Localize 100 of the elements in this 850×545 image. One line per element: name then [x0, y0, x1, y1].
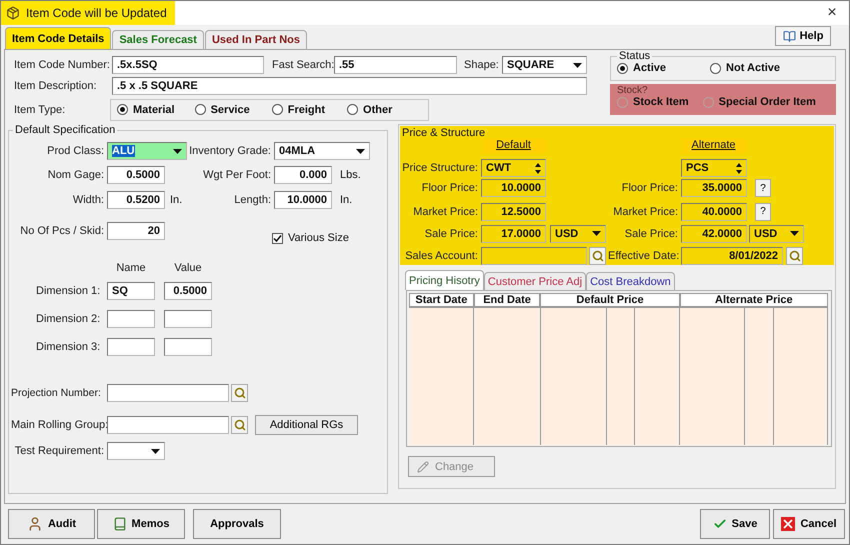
toolbar-button[interactable]: Memos	[97, 509, 185, 540]
column-header: Start Date	[409, 293, 474, 308]
radio-option[interactable]: Material	[117, 104, 175, 116]
cancel-button[interactable]: Cancel	[773, 509, 845, 540]
radio-option[interactable]: Other	[347, 104, 392, 116]
radio-option[interactable]: Stock Item	[617, 96, 689, 108]
prod-class-select[interactable]: ALU	[107, 142, 187, 160]
length-field[interactable]: 10.0000	[274, 191, 332, 209]
dimension-value-field[interactable]	[164, 338, 212, 356]
group-title: Stock?	[617, 85, 649, 96]
shape-select[interactable]: SQUARE	[502, 56, 587, 74]
tab[interactable]: Pricing Hisotry	[405, 270, 484, 290]
tab[interactable]: Used In Part Nos	[204, 30, 307, 49]
price-structure-spinner[interactable]: CWT	[481, 159, 546, 178]
weight-per-foot-field[interactable]: 0.000	[274, 166, 332, 184]
search-button[interactable]	[231, 416, 248, 434]
toolbar-button[interactable]: Audit	[8, 509, 95, 540]
help-button[interactable]: Help	[775, 26, 831, 46]
search-button[interactable]	[231, 384, 248, 402]
caret-icon	[173, 148, 182, 154]
projection-number-field[interactable]	[107, 384, 229, 402]
field-label: Market Price:	[612, 206, 679, 218]
price-field[interactable]: 17.0000	[481, 224, 546, 243]
sales-account-field[interactable]	[481, 246, 587, 265]
field-label: Item Type:	[14, 104, 66, 116]
column-header: End Date	[474, 293, 540, 308]
price-field[interactable]: 35.0000	[681, 179, 747, 198]
field-label: Dimension 1:	[35, 285, 102, 297]
group-title: Status	[618, 50, 652, 62]
group-title: Default Specification	[14, 124, 116, 136]
nom-gage-field[interactable]: 0.5000	[107, 166, 165, 184]
column-header: Alternate	[681, 139, 746, 153]
price-field[interactable]: 10.0000	[481, 179, 546, 198]
dimension-value-field[interactable]	[164, 310, 212, 328]
person-icon	[26, 516, 43, 532]
help-button[interactable]: ?	[755, 179, 771, 198]
caret-icon	[592, 231, 601, 236]
field-label: Floor Price:	[620, 182, 679, 194]
radio-option[interactable]: Service	[194, 104, 250, 116]
checkbox[interactable]	[272, 232, 283, 244]
caret-icon	[356, 148, 365, 154]
tab[interactable]: Item Code Details	[5, 27, 112, 49]
item-description-field[interactable]: .5 x .5 SQUARE	[112, 77, 587, 95]
field-label: Main Rolling Group:	[10, 419, 107, 431]
caret-icon	[573, 62, 582, 68]
field-label: Dimension 2:	[35, 313, 102, 325]
save-button[interactable]: Save	[700, 509, 770, 540]
help-button[interactable]: ?	[755, 202, 771, 220]
price-field[interactable]: 42.0000	[681, 224, 747, 243]
price-structure-spinner[interactable]: PCS	[681, 159, 747, 178]
dimension-value-field[interactable]: 0.5000	[164, 282, 212, 300]
item-code-field[interactable]: .5x.5SQ	[112, 56, 264, 74]
column-header: Alternate Price	[680, 293, 828, 308]
field-label: Test Requirement:	[14, 445, 105, 457]
field-label: Nom Gage:	[46, 169, 105, 181]
radio-option[interactable]: Special Order Item	[702, 96, 816, 108]
dimension-name-field[interactable]	[107, 338, 155, 356]
caret-icon	[790, 231, 799, 236]
window-title: Item Code will be Updated	[1, 1, 175, 25]
effective-date-field[interactable]: 8/01/2022	[681, 246, 783, 265]
field-label: Floor Price:	[420, 182, 479, 194]
spinner-arrows-icon	[535, 162, 541, 174]
column-header: Value	[173, 262, 203, 274]
currency-select[interactable]: USD	[550, 224, 606, 243]
field-label: Inventory Grade:	[188, 145, 272, 157]
field-label: Shape:	[464, 59, 500, 71]
field-label: Length:	[233, 194, 272, 206]
dimension-name-field[interactable]: SQ	[107, 282, 155, 300]
pieces-per-skid-field[interactable]: 20	[107, 222, 165, 240]
column-header: Default	[481, 139, 546, 153]
toolbar-button[interactable]: Approvals	[193, 509, 281, 540]
box-icon	[6, 6, 20, 20]
width-field[interactable]: 0.5200	[107, 191, 165, 209]
unit-label: In.	[340, 194, 352, 206]
field-label: Market Price:	[412, 206, 479, 218]
field-label: Sale Price:	[624, 228, 679, 240]
fast-search-field[interactable]: .55	[334, 56, 457, 74]
tab[interactable]: Sales Forecast	[112, 30, 204, 49]
currency-select[interactable]: USD	[749, 224, 804, 243]
additional-rgs-button[interactable]: Additional RGs	[255, 415, 358, 435]
search-button[interactable]	[589, 246, 606, 265]
spinner-arrows-icon	[736, 162, 742, 174]
main-rolling-group-field[interactable]	[107, 416, 229, 434]
group-title: Price & Structure	[402, 127, 486, 139]
price-field[interactable]: 12.5000	[481, 202, 546, 220]
test-requirement-select[interactable]	[107, 442, 165, 460]
tab[interactable]: Cost Breakdown	[586, 272, 675, 290]
price-field[interactable]: 40.0000	[681, 202, 747, 220]
column-header: Name	[115, 262, 147, 274]
radio-option[interactable]: Active	[617, 62, 666, 74]
unit-label: In.	[170, 194, 184, 206]
radio-option[interactable]: Not Active	[710, 62, 780, 74]
search-button[interactable]	[786, 246, 803, 265]
book-icon	[782, 30, 796, 42]
inventory-grade-select[interactable]: 04MLA	[274, 142, 370, 160]
radio-option[interactable]: Freight	[272, 104, 326, 116]
dimension-name-field[interactable]	[107, 310, 155, 328]
close-button[interactable]: ×	[815, 1, 849, 25]
caret-icon	[151, 448, 160, 454]
tab[interactable]: Customer Price Adj	[484, 272, 586, 290]
